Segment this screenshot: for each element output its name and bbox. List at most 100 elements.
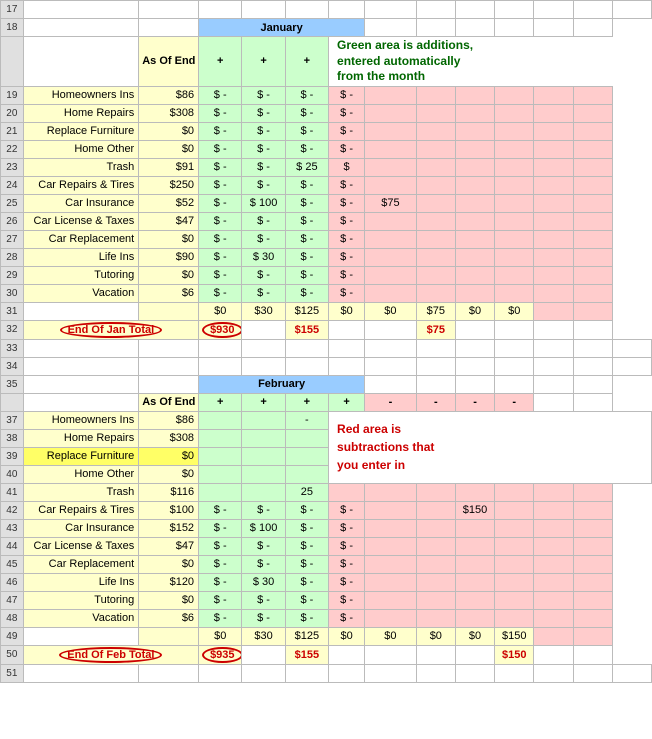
jan-p1-10[interactable]: $ - — [340, 269, 353, 281]
feb-g1-5[interactable]: $ - — [214, 504, 227, 516]
jan-g1-2[interactable]: $ - — [214, 125, 227, 137]
jan-g2-10[interactable]: $ - — [257, 269, 270, 281]
jan-g3-11[interactable]: $ - — [300, 287, 313, 299]
jan-p1-9[interactable]: $ - — [340, 251, 353, 263]
feb-p1-8[interactable]: $ - — [340, 558, 353, 570]
jan-g2-11[interactable]: $ - — [257, 287, 270, 299]
jan-value-7: $47 — [176, 215, 194, 227]
jan-g2-3[interactable]: $ - — [257, 143, 270, 155]
jan-g2-7[interactable]: $ - — [257, 215, 270, 227]
jan-g3-0[interactable]: $ - — [300, 89, 313, 101]
jan-p1-0[interactable]: $ - — [340, 89, 353, 101]
feb-g1-9[interactable]: $ - — [214, 576, 227, 588]
jan-p1-8[interactable]: $ - — [340, 233, 353, 245]
feb-g3-10[interactable]: $ - — [300, 594, 313, 606]
jan-p1-5[interactable]: $ - — [340, 179, 353, 191]
jan-g1-0[interactable]: $ - — [214, 89, 227, 101]
feb-g1-7[interactable]: $ - — [214, 540, 227, 552]
jan-g2-2[interactable]: $ - — [257, 125, 270, 137]
jan-p1-11[interactable]: $ - — [340, 287, 353, 299]
jan-data-row: 21Replace Furniture$0$ -$ -$ -$ - — [1, 122, 652, 140]
feb-g2-5[interactable]: $ - — [257, 504, 270, 516]
feb-label-5: Car Repairs & Tires — [38, 504, 134, 516]
feb-g3-6[interactable]: $ - — [300, 522, 313, 534]
jan-g3-2[interactable]: $ - — [300, 125, 313, 137]
jan-plus2: + — [260, 55, 266, 67]
jan-g1-1[interactable]: $ - — [214, 107, 227, 119]
feb-g3-11[interactable]: $ - — [300, 612, 313, 624]
jan-g3-8[interactable]: $ - — [300, 233, 313, 245]
feb-total-value: $935 — [202, 647, 242, 663]
feb-g1-10[interactable]: $ - — [214, 594, 227, 606]
jan-sum-2: $125 — [295, 305, 319, 317]
feb-g1-8[interactable]: $ - — [214, 558, 227, 570]
feb-g3-7[interactable]: $ - — [300, 540, 313, 552]
jan-p1-7[interactable]: $ - — [340, 215, 353, 227]
feb-p1-7[interactable]: $ - — [340, 540, 353, 552]
feb-p1-11[interactable]: $ - — [340, 612, 353, 624]
feb-g2-8[interactable]: $ - — [257, 558, 270, 570]
feb-p4-5[interactable]: $150 — [463, 504, 487, 516]
jan-g3-10[interactable]: $ - — [300, 269, 313, 281]
jan-g2-0[interactable]: $ - — [257, 89, 270, 101]
jan-g2-5[interactable]: $ - — [257, 179, 270, 191]
jan-g2-9[interactable]: $ 30 — [253, 251, 274, 263]
feb-p1-10[interactable]: $ - — [340, 594, 353, 606]
jan-g2-1[interactable]: $ - — [257, 107, 270, 119]
jan-g1-6[interactable]: $ - — [214, 197, 227, 209]
february-header-row: 35February — [1, 375, 652, 393]
jan-p1-2[interactable]: $ - — [340, 125, 353, 137]
feb-sum-7: $150 — [502, 630, 526, 642]
jan-g1-4[interactable]: $ - — [214, 161, 227, 173]
feb-total-label: End Of Feb Total — [59, 647, 162, 663]
jan-g3-6[interactable]: $ - — [300, 197, 313, 209]
jan-p1-3[interactable]: $ - — [340, 143, 353, 155]
feb-data-row: 43Car Insurance$152$ -$ 100$ -$ - — [1, 519, 652, 537]
feb-g2-6[interactable]: $ 100 — [250, 522, 278, 534]
jan-label-6: Car Insurance — [65, 197, 134, 209]
feb-g1-11[interactable]: $ - — [214, 612, 227, 624]
jan-g2-6[interactable]: $ 100 — [250, 197, 278, 209]
feb-g3-5[interactable]: $ - — [300, 504, 313, 516]
feb-value-0: $86 — [176, 414, 194, 426]
jan-g2-4[interactable]: $ - — [257, 161, 270, 173]
jan-p2-6[interactable]: $75 — [381, 197, 399, 209]
jan-g3-5[interactable]: $ - — [300, 179, 313, 191]
feb-g3-0[interactable]: - — [305, 414, 309, 426]
jan-data-row: 29Tutoring$0$ -$ -$ -$ - — [1, 266, 652, 284]
jan-p1-6[interactable]: $ - — [340, 197, 353, 209]
jan-g1-8[interactable]: $ - — [214, 233, 227, 245]
jan-g1-10[interactable]: $ - — [214, 269, 227, 281]
jan-total-label: End Of Jan Total — [60, 322, 163, 338]
jan-g2-8[interactable]: $ - — [257, 233, 270, 245]
feb-p1-9[interactable]: $ - — [340, 576, 353, 588]
feb-g2-11[interactable]: $ - — [257, 612, 270, 624]
jan-g1-3[interactable]: $ - — [214, 143, 227, 155]
feb-g3-8[interactable]: $ - — [300, 558, 313, 570]
jan-g3-1[interactable]: $ - — [300, 107, 313, 119]
jan-g1-9[interactable]: $ - — [214, 251, 227, 263]
jan-p1-4[interactable]: $ — [344, 161, 350, 173]
feb-g2-9[interactable]: $ 30 — [253, 576, 274, 588]
feb-minus3: - — [434, 396, 438, 408]
jan-data-row: 24Car Repairs & Tires$250$ -$ -$ -$ - — [1, 176, 652, 194]
feb-g2-7[interactable]: $ - — [257, 540, 270, 552]
feb-p1-6[interactable]: $ - — [340, 522, 353, 534]
feb-g3-9[interactable]: $ - — [300, 576, 313, 588]
jan-data-row: 25Car Insurance$52$ -$ 100$ -$ -$75 — [1, 194, 652, 212]
jan-p1-1[interactable]: $ - — [340, 107, 353, 119]
feb-g3-4[interactable]: 25 — [301, 486, 313, 498]
jan-g3-4[interactable]: $ 25 — [296, 161, 317, 173]
jan-g1-7[interactable]: $ - — [214, 215, 227, 227]
jan-total-value: $930 — [202, 322, 242, 338]
jan-g3-9[interactable]: $ - — [300, 251, 313, 263]
jan-data-row: 28Life Ins$90$ -$ 30$ -$ - — [1, 248, 652, 266]
feb-g2-10[interactable]: $ - — [257, 594, 270, 606]
jan-g1-5[interactable]: $ - — [214, 179, 227, 191]
jan-g1-11[interactable]: $ - — [214, 287, 227, 299]
jan-g3-7[interactable]: $ - — [300, 215, 313, 227]
jan-g3-3[interactable]: $ - — [300, 143, 313, 155]
feb-g1-6[interactable]: $ - — [214, 522, 227, 534]
feb-label-0: Homeowners Ins — [52, 414, 135, 426]
feb-p1-5[interactable]: $ - — [340, 504, 353, 516]
